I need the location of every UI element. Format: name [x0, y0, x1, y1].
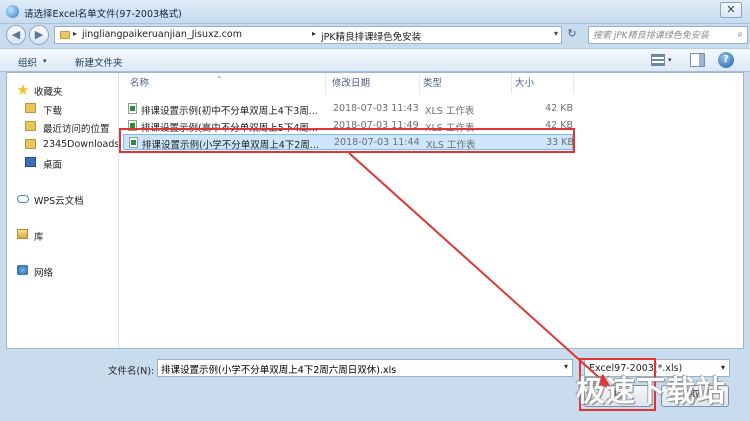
column-header-type[interactable]: 类型 [420, 73, 512, 94]
navigation-pane: 收藏夹 下载 最近访问的位置 2345Downloads 桌面 WPS云文档 库 [7, 73, 119, 348]
file-name: 排课设置示例(初中不分单双周上4下3周... [141, 106, 318, 117]
nav-item-label: 库 [34, 232, 44, 243]
column-header-label: 大小 [515, 78, 535, 89]
refresh-icon[interactable]: ↻ [565, 27, 579, 41]
column-header-size[interactable]: 大小 [512, 73, 574, 94]
sort-ascending-icon: ⌃ [216, 75, 223, 84]
preview-pane-icon[interactable] [690, 53, 705, 67]
folder-icon [60, 31, 70, 39]
file-list: 名称 ⌃ 修改日期 类型 大小 排课设置示例(初中不分单双周上4下3周... 2… [120, 73, 743, 348]
desktop-icon [25, 157, 36, 167]
forward-button[interactable]: ▶ [29, 25, 49, 45]
network-icon [17, 265, 28, 275]
search-box[interactable]: ⌕ [588, 26, 748, 44]
file-date: 2018-07-03 11:43 [333, 103, 419, 114]
command-toolbar: 组织 ▾ 新建文件夹 ▾ ? [0, 48, 750, 72]
folder-icon [25, 103, 36, 113]
nav-item-label: 下载 [43, 106, 63, 117]
watermark-text: 极速下载站 [576, 374, 727, 408]
column-header-name[interactable]: 名称 ⌃ [120, 73, 326, 94]
search-icon[interactable]: ⌕ [737, 29, 743, 40]
help-icon[interactable]: ? [718, 52, 734, 68]
folder-icon [25, 139, 36, 149]
nav-item-label: 收藏夹 [34, 87, 63, 98]
chevron-down-icon[interactable]: ▾ [564, 362, 568, 371]
app-icon [6, 5, 19, 18]
filename-combobox[interactable]: ▾ [157, 359, 573, 377]
chevron-down-icon[interactable]: ▾ [43, 57, 47, 65]
nav-item-label: 网络 [34, 268, 54, 279]
column-header-label: 修改日期 [332, 78, 371, 89]
chevron-down-icon[interactable]: ▾ [668, 56, 672, 64]
breadcrumb-item[interactable]: jingliangpaikeruanjian_Jisuxz.com [82, 29, 242, 40]
filename-input[interactable] [161, 362, 556, 375]
column-header-label: 类型 [423, 78, 443, 89]
breadcrumb-item[interactable]: jPK精良排课绿色免安装 [321, 29, 421, 43]
chevron-right-icon[interactable]: ▸ [73, 29, 77, 38]
title-bar: 请选择Excel名单文件(97-2003格式) ✕ [0, 0, 750, 24]
navigation-row: ◀ ▶ ▸ jingliangpaikeruanjian_Jisuxz.com … [0, 24, 750, 46]
folder-icon [25, 121, 36, 131]
file-row[interactable]: 排课设置示例(初中不分单双周上4下3周... 2018-07-03 11:43 … [123, 101, 573, 117]
file-type: XLS 工作表 [425, 106, 475, 117]
close-button[interactable]: ✕ [720, 2, 742, 18]
cloud-icon [17, 195, 29, 203]
address-bar[interactable]: ▸ jingliangpaikeruanjian_Jisuxz.com ▸ jP… [54, 26, 562, 44]
chevron-right-icon[interactable]: ▸ [312, 29, 316, 38]
file-size: 42 KB [545, 103, 573, 114]
nav-item-label: 桌面 [43, 160, 63, 171]
nav-item-label: WPS云文档 [34, 196, 84, 207]
highlight-box-file [119, 128, 575, 153]
filename-label: 文件名(N): [108, 366, 155, 377]
column-header-date[interactable]: 修改日期 [326, 73, 420, 94]
organize-button[interactable]: 组织 [18, 55, 37, 69]
chevron-down-icon[interactable]: ▾ [554, 29, 558, 38]
back-button[interactable]: ◀ [6, 25, 26, 45]
xls-file-icon [128, 103, 137, 114]
star-icon [17, 84, 29, 95]
nav-item-label: 最近访问的位置 [43, 124, 110, 135]
column-header-label: 名称 [130, 78, 150, 89]
view-icon[interactable] [651, 54, 665, 66]
window-title: 请选择Excel名单文件(97-2003格式) [24, 9, 182, 20]
new-folder-button[interactable]: 新建文件夹 [75, 55, 123, 69]
nav-item-label: 2345Downloads [43, 139, 119, 150]
library-icon [17, 229, 28, 239]
content-area: 收藏夹 下载 最近访问的位置 2345Downloads 桌面 WPS云文档 库 [6, 72, 744, 349]
search-input[interactable] [593, 29, 729, 42]
